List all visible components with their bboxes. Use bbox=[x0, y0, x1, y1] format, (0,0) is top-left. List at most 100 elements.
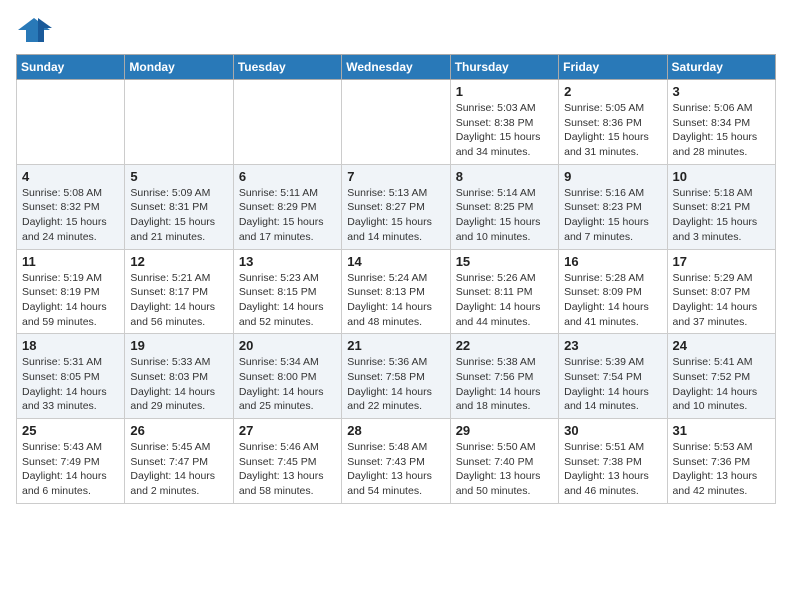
day-number: 31 bbox=[673, 423, 770, 438]
day-info: Sunrise: 5:03 AMSunset: 8:38 PMDaylight:… bbox=[456, 101, 553, 160]
calendar-day-header: Tuesday bbox=[233, 55, 341, 80]
calendar-day-cell: 26 Sunrise: 5:45 AMSunset: 7:47 PMDayligh… bbox=[125, 419, 233, 504]
day-number: 19 bbox=[130, 338, 227, 353]
calendar-day-cell: 29 Sunrise: 5:50 AMSunset: 7:40 PMDayligh… bbox=[450, 419, 558, 504]
day-number: 28 bbox=[347, 423, 444, 438]
calendar-day-cell bbox=[125, 80, 233, 165]
day-info: Sunrise: 5:39 AMSunset: 7:54 PMDaylight:… bbox=[564, 355, 661, 414]
calendar-day-cell: 11 Sunrise: 5:19 AMSunset: 8:19 PMDayligh… bbox=[17, 249, 125, 334]
day-number: 6 bbox=[239, 169, 336, 184]
day-number: 26 bbox=[130, 423, 227, 438]
day-info: Sunrise: 5:31 AMSunset: 8:05 PMDaylight:… bbox=[22, 355, 119, 414]
day-number: 25 bbox=[22, 423, 119, 438]
calendar-day-cell: 13 Sunrise: 5:23 AMSunset: 8:15 PMDayligh… bbox=[233, 249, 341, 334]
day-info: Sunrise: 5:14 AMSunset: 8:25 PMDaylight:… bbox=[456, 186, 553, 245]
calendar-header-row: SundayMondayTuesdayWednesdayThursdayFrid… bbox=[17, 55, 776, 80]
calendar-day-cell: 31 Sunrise: 5:53 AMSunset: 7:36 PMDayligh… bbox=[667, 419, 775, 504]
day-number: 30 bbox=[564, 423, 661, 438]
day-info: Sunrise: 5:18 AMSunset: 8:21 PMDaylight:… bbox=[673, 186, 770, 245]
calendar-day-header: Wednesday bbox=[342, 55, 450, 80]
day-number: 3 bbox=[673, 84, 770, 99]
day-info: Sunrise: 5:05 AMSunset: 8:36 PMDaylight:… bbox=[564, 101, 661, 160]
calendar-week-row: 1Sunrise: 5:03 AMSunset: 8:38 PMDaylight… bbox=[17, 80, 776, 165]
calendar-day-cell bbox=[233, 80, 341, 165]
calendar-day-cell: 12Sunrise: 5:21 AMSunset: 8:17 PMDayligh… bbox=[125, 249, 233, 334]
day-info: Sunrise: 5:36 AMSunset: 7:58 PMDaylight:… bbox=[347, 355, 444, 414]
calendar-day-cell: 18 Sunrise: 5:31 AMSunset: 8:05 PMDayligh… bbox=[17, 334, 125, 419]
day-number: 2 bbox=[564, 84, 661, 99]
calendar-body: 1Sunrise: 5:03 AMSunset: 8:38 PMDaylight… bbox=[17, 80, 776, 504]
calendar-day-header: Monday bbox=[125, 55, 233, 80]
day-info: Sunrise: 5:34 AMSunset: 8:00 PMDaylight:… bbox=[239, 355, 336, 414]
calendar-day-header: Friday bbox=[559, 55, 667, 80]
logo bbox=[16, 16, 56, 44]
day-number: 29 bbox=[456, 423, 553, 438]
calendar-day-cell: 10 Sunrise: 5:18 AMSunset: 8:21 PMDayligh… bbox=[667, 164, 775, 249]
day-info: Sunrise: 5:43 AMSunset: 7:49 PMDaylight:… bbox=[22, 440, 119, 499]
day-info: Sunrise: 5:45 AMSunset: 7:47 PMDaylight:… bbox=[130, 440, 227, 499]
day-info: Sunrise: 5:19 AMSunset: 8:19 PMDaylight:… bbox=[22, 271, 119, 330]
day-number: 9 bbox=[564, 169, 661, 184]
calendar-day-header: Thursday bbox=[450, 55, 558, 80]
calendar-week-row: 18 Sunrise: 5:31 AMSunset: 8:05 PMDayligh… bbox=[17, 334, 776, 419]
day-number: 20 bbox=[239, 338, 336, 353]
calendar-day-cell: 6 Sunrise: 5:11 AMSunset: 8:29 PMDaylight… bbox=[233, 164, 341, 249]
day-info: Sunrise: 5:11 AMSunset: 8:29 PMDaylight:… bbox=[239, 186, 336, 245]
day-number: 23 bbox=[564, 338, 661, 353]
calendar-day-cell: 28 Sunrise: 5:48 AMSunset: 7:43 PMDayligh… bbox=[342, 419, 450, 504]
calendar-day-cell: 1Sunrise: 5:03 AMSunset: 8:38 PMDaylight… bbox=[450, 80, 558, 165]
calendar-day-cell: 20 Sunrise: 5:34 AMSunset: 8:00 PMDayligh… bbox=[233, 334, 341, 419]
page-header bbox=[16, 16, 776, 44]
calendar-day-cell: 2 Sunrise: 5:05 AMSunset: 8:36 PMDaylight… bbox=[559, 80, 667, 165]
calendar-day-cell: 30 Sunrise: 5:51 AMSunset: 7:38 PMDayligh… bbox=[559, 419, 667, 504]
day-info: Sunrise: 5:26 AMSunset: 8:11 PMDaylight:… bbox=[456, 271, 553, 330]
day-info: Sunrise: 5:09 AMSunset: 8:31 PMDaylight:… bbox=[130, 186, 227, 245]
day-info: Sunrise: 5:41 AMSunset: 7:52 PMDaylight:… bbox=[673, 355, 770, 414]
day-number: 18 bbox=[22, 338, 119, 353]
calendar-day-cell: 5 Sunrise: 5:09 AMSunset: 8:31 PMDaylight… bbox=[125, 164, 233, 249]
day-info: Sunrise: 5:13 AMSunset: 8:27 PMDaylight:… bbox=[347, 186, 444, 245]
day-info: Sunrise: 5:53 AMSunset: 7:36 PMDaylight:… bbox=[673, 440, 770, 499]
calendar-day-cell: 9 Sunrise: 5:16 AMSunset: 8:23 PMDaylight… bbox=[559, 164, 667, 249]
day-number: 12 bbox=[130, 254, 227, 269]
day-number: 14 bbox=[347, 254, 444, 269]
calendar-day-header: Sunday bbox=[17, 55, 125, 80]
day-info: Sunrise: 5:06 AMSunset: 8:34 PMDaylight:… bbox=[673, 101, 770, 160]
day-info: Sunrise: 5:33 AMSunset: 8:03 PMDaylight:… bbox=[130, 355, 227, 414]
day-info: Sunrise: 5:48 AMSunset: 7:43 PMDaylight:… bbox=[347, 440, 444, 499]
day-number: 7 bbox=[347, 169, 444, 184]
day-info: Sunrise: 5:16 AMSunset: 8:23 PMDaylight:… bbox=[564, 186, 661, 245]
day-info: Sunrise: 5:51 AMSunset: 7:38 PMDaylight:… bbox=[564, 440, 661, 499]
calendar-day-cell: 21Sunrise: 5:36 AMSunset: 7:58 PMDayligh… bbox=[342, 334, 450, 419]
calendar-day-cell: 3 Sunrise: 5:06 AMSunset: 8:34 PMDaylight… bbox=[667, 80, 775, 165]
calendar-day-cell: 8Sunrise: 5:14 AMSunset: 8:25 PMDaylight… bbox=[450, 164, 558, 249]
logo-icon bbox=[16, 16, 52, 44]
calendar-week-row: 11 Sunrise: 5:19 AMSunset: 8:19 PMDayligh… bbox=[17, 249, 776, 334]
calendar-day-cell bbox=[17, 80, 125, 165]
calendar-day-cell: 23 Sunrise: 5:39 AMSunset: 7:54 PMDayligh… bbox=[559, 334, 667, 419]
calendar-day-cell: 22 Sunrise: 5:38 AMSunset: 7:56 PMDayligh… bbox=[450, 334, 558, 419]
calendar-day-cell: 25 Sunrise: 5:43 AMSunset: 7:49 PMDayligh… bbox=[17, 419, 125, 504]
day-number: 13 bbox=[239, 254, 336, 269]
day-number: 4 bbox=[22, 169, 119, 184]
day-number: 11 bbox=[22, 254, 119, 269]
calendar-day-cell: 4 Sunrise: 5:08 AMSunset: 8:32 PMDaylight… bbox=[17, 164, 125, 249]
calendar-table: SundayMondayTuesdayWednesdayThursdayFrid… bbox=[16, 54, 776, 504]
day-info: Sunrise: 5:46 AMSunset: 7:45 PMDaylight:… bbox=[239, 440, 336, 499]
day-number: 22 bbox=[456, 338, 553, 353]
calendar-day-cell: 27 Sunrise: 5:46 AMSunset: 7:45 PMDayligh… bbox=[233, 419, 341, 504]
calendar-day-cell: 7 Sunrise: 5:13 AMSunset: 8:27 PMDaylight… bbox=[342, 164, 450, 249]
day-info: Sunrise: 5:50 AMSunset: 7:40 PMDaylight:… bbox=[456, 440, 553, 499]
day-number: 10 bbox=[673, 169, 770, 184]
day-info: Sunrise: 5:38 AMSunset: 7:56 PMDaylight:… bbox=[456, 355, 553, 414]
calendar-day-cell: 17Sunrise: 5:29 AMSunset: 8:07 PMDayligh… bbox=[667, 249, 775, 334]
day-info: Sunrise: 5:28 AMSunset: 8:09 PMDaylight:… bbox=[564, 271, 661, 330]
calendar-day-cell: 14 Sunrise: 5:24 AMSunset: 8:13 PMDayligh… bbox=[342, 249, 450, 334]
calendar-week-row: 25 Sunrise: 5:43 AMSunset: 7:49 PMDayligh… bbox=[17, 419, 776, 504]
day-number: 17 bbox=[673, 254, 770, 269]
day-number: 27 bbox=[239, 423, 336, 438]
day-info: Sunrise: 5:08 AMSunset: 8:32 PMDaylight:… bbox=[22, 186, 119, 245]
day-info: Sunrise: 5:24 AMSunset: 8:13 PMDaylight:… bbox=[347, 271, 444, 330]
day-info: Sunrise: 5:23 AMSunset: 8:15 PMDaylight:… bbox=[239, 271, 336, 330]
day-number: 5 bbox=[130, 169, 227, 184]
